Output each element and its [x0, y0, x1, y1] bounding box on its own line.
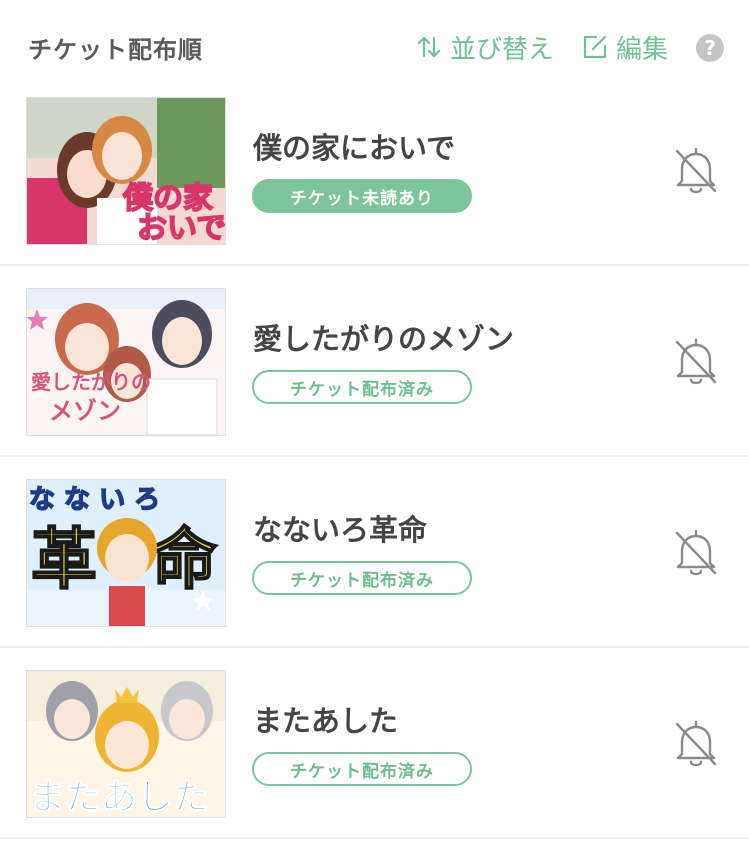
- cover-thumbnail[interactable]: またあした: [26, 670, 226, 818]
- svg-text:おいで: おいで: [137, 211, 225, 244]
- cover-title-art: な な い ろ: [29, 485, 160, 515]
- cover-title-art: 愛したがりの: [31, 370, 151, 394]
- cover-thumbnail[interactable]: 僕の家 おいで: [26, 97, 226, 245]
- cover-thumbnail[interactable]: 愛したがりの メゾン: [26, 288, 226, 436]
- item-title[interactable]: 愛したがりのメゾン: [253, 316, 514, 358]
- sort-label: 並び替え: [450, 34, 555, 65]
- list-item[interactable]: 僕の家 おいで 僕の家においで チケット未読あり: [0, 75, 749, 266]
- svg-text:メゾン: メゾン: [49, 397, 121, 425]
- list-item[interactable]: またあした またあした チケット配布済み: [0, 648, 749, 839]
- edit-icon: [583, 35, 607, 59]
- bell-off-icon[interactable]: [673, 145, 719, 197]
- edit-label: 編集: [616, 34, 669, 65]
- list-item[interactable]: 愛したがりの メゾン 愛したがりのメゾン チケット配布済み: [0, 266, 749, 457]
- status-badge: チケット配布済み: [252, 561, 472, 595]
- title-list: 僕の家 おいで 僕の家においで チケット未読あり 愛したがりの メゾン 愛したが…: [0, 75, 749, 839]
- sort-icon: [417, 36, 441, 58]
- svg-text:命: 命: [151, 521, 217, 598]
- sort-button[interactable]: 並び替え: [416, 28, 554, 66]
- cover-title-art: またあした: [29, 777, 209, 817]
- bell-off-icon[interactable]: [673, 718, 719, 770]
- status-badge: チケット配布済み: [252, 752, 472, 786]
- bell-off-icon[interactable]: [673, 336, 719, 388]
- list-item[interactable]: な な い ろ 革 命 なないろ革命 チケット配布済み: [0, 457, 749, 648]
- status-badge: チケット未読あり: [252, 179, 472, 213]
- svg-text:革: 革: [31, 521, 97, 598]
- item-title[interactable]: 僕の家においで: [253, 125, 455, 167]
- bell-off-icon[interactable]: [673, 527, 719, 579]
- help-icon[interactable]: ?: [696, 34, 724, 62]
- item-title[interactable]: なないろ革命: [253, 507, 427, 549]
- item-title[interactable]: またあした: [253, 698, 398, 740]
- page-title: チケット配布順: [28, 36, 203, 64]
- cover-thumbnail[interactable]: な な い ろ 革 命: [26, 479, 226, 627]
- edit-button[interactable]: 編集: [582, 28, 668, 66]
- status-badge: チケット配布済み: [252, 370, 472, 404]
